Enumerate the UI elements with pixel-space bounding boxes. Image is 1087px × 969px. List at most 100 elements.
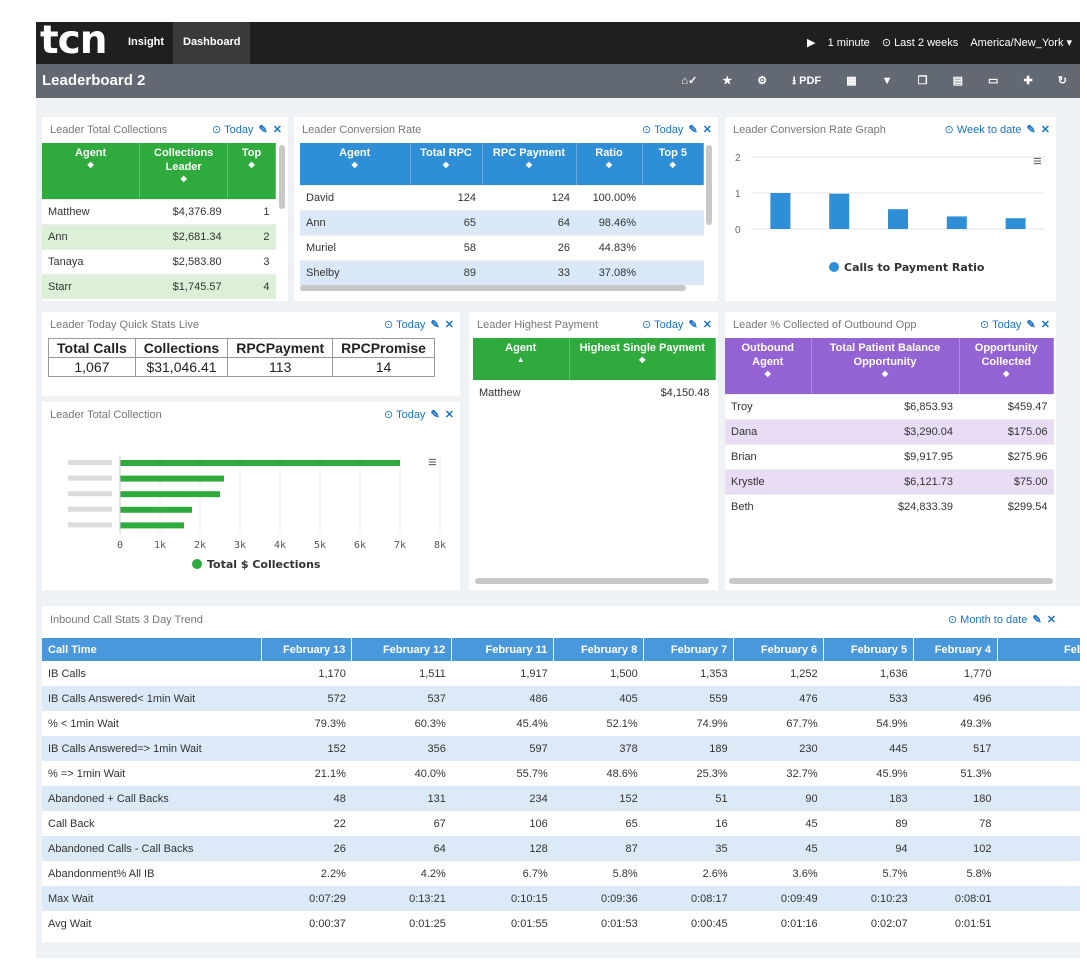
col-total-patient-balance[interactable]: Total Patient Balance Opportunity ◆: [811, 338, 960, 394]
table-row[interactable]: Troy $6,853.93 $459.47: [725, 393, 1054, 419]
col-agent[interactable]: Agent ▲: [473, 338, 570, 380]
edit-icon[interactable]: ✎: [431, 409, 440, 421]
col-header[interactable]: Call Time: [42, 638, 263, 661]
table-row[interactable]: Ann 65 64 98.46%: [300, 209, 704, 235]
col-header[interactable]: February 4: [913, 638, 999, 661]
table-row[interactable]: % < 1min Wait 79.3% 60.3% 45.4% 52.1% 74.9% 67…: [42, 711, 1080, 736]
play-icon[interactable]: ▶: [807, 37, 815, 49]
timezone-select[interactable]: America/New_York: [970, 37, 1063, 49]
close-icon[interactable]: ✕: [703, 319, 712, 331]
period-label[interactable]: Today: [654, 124, 683, 136]
close-icon[interactable]: ✕: [445, 319, 454, 331]
time-range[interactable]: Last 2 weeks: [894, 37, 958, 49]
table-row[interactable]: Tanaya $2,583.80 3: [42, 248, 276, 274]
save-icon[interactable]: ▤: [953, 64, 963, 98]
caret-down-icon[interactable]: ▾: [1066, 37, 1072, 49]
chart-legend[interactable]: Calls to Payment Ratio: [829, 261, 984, 274]
gear-icon[interactable]: ⚙: [757, 64, 767, 98]
edit-icon[interactable]: ✎: [1027, 124, 1036, 136]
table-row[interactable]: David 124 124 100.00%: [300, 184, 704, 210]
close-icon[interactable]: ✕: [703, 124, 712, 136]
table-row[interactable]: IB Calls 1,170 1,511 1,917 1,500 1,353 1,252 1,…: [42, 661, 1080, 686]
col-header[interactable]: February 12: [351, 638, 453, 661]
edit-icon[interactable]: ✎: [689, 124, 698, 136]
table-row[interactable]: Call Back 22 67 106 65 16 45 89 78: [42, 811, 1080, 836]
col-top[interactable]: Top ◆: [227, 143, 276, 199]
chart-menu-icon[interactable]: ≡: [428, 454, 437, 471]
col-outbound-agent[interactable]: Outbound Agent ◆: [725, 338, 812, 394]
chart-menu-icon[interactable]: ≡: [1033, 153, 1042, 170]
col-total-rpc[interactable]: Total RPC ◆: [410, 143, 483, 185]
close-icon[interactable]: ✕: [273, 124, 282, 136]
table-row[interactable]: Abandoned Calls - Call Backs 26 64 128 87 35 4…: [42, 836, 1080, 861]
period-label[interactable]: Today: [396, 319, 425, 331]
col-header[interactable]: February 13: [261, 638, 353, 661]
col-header[interactable]: February 5: [823, 638, 915, 661]
edit-icon[interactable]: ✎: [689, 319, 698, 331]
close-icon[interactable]: ✕: [1047, 614, 1056, 626]
table-row[interactable]: Dana $3,290.04 $175.06: [725, 418, 1054, 444]
table-row[interactable]: Abandonment% All IB 2.2% 4.2% 6.7% 5.8% 2.6% 3…: [42, 861, 1080, 886]
edit-icon[interactable]: ✎: [259, 124, 268, 136]
edit-icon[interactable]: ✎: [1033, 614, 1042, 626]
period-label[interactable]: Week to date: [957, 124, 1022, 136]
col-header[interactable]: February 7: [643, 638, 735, 661]
col-header[interactable]: February 8: [553, 638, 645, 661]
table-row[interactable]: IB Calls Answered=> 1min Wait 152 356 597 37…: [42, 736, 1080, 761]
edit-icon[interactable]: ✎: [431, 319, 440, 331]
table-row[interactable]: Matthew $4,376.89 1: [42, 198, 276, 224]
table-row[interactable]: Matthew $4,150.48: [473, 379, 716, 405]
col-agent[interactable]: Agent ◆: [42, 143, 141, 199]
horizontal-scrollbar[interactable]: [475, 578, 709, 584]
col-highest-single-payment[interactable]: Highest Single Payment ◆: [569, 338, 716, 380]
table-row[interactable]: % => 1min Wait 21.1% 40.0% 55.7% 48.6% 25.3% 3…: [42, 761, 1080, 786]
period-label[interactable]: Today: [992, 319, 1021, 331]
add-icon[interactable]: ✚: [1024, 64, 1033, 98]
filter-icon[interactable]: ▼: [882, 64, 893, 98]
edit-icon[interactable]: ✎: [1027, 319, 1036, 331]
copy-icon[interactable]: ❐: [918, 64, 928, 98]
vertical-scrollbar[interactable]: [706, 145, 712, 225]
table-row[interactable]: Starr $1,745.57 4: [42, 273, 276, 299]
table-row[interactable]: Muriel 58 26 44.83%: [300, 234, 704, 260]
horizontal-scrollbar[interactable]: [729, 578, 1053, 584]
table-row[interactable]: Beth $24,833.39 $299.54: [725, 493, 1054, 519]
table-row[interactable]: Krystle $6,121.73 $75.00: [725, 468, 1054, 494]
horizontal-scrollbar[interactable]: [300, 285, 686, 291]
period-label[interactable]: Today: [654, 319, 683, 331]
star-icon[interactable]: ★: [722, 64, 732, 98]
col-rpc-payment[interactable]: RPC Payment ◆: [482, 143, 577, 185]
col-header[interactable]: February 11: [451, 638, 555, 661]
col-collections-leader[interactable]: Collections Leader ◆: [139, 143, 229, 199]
table-row[interactable]: Brian $9,917.95 $275.96: [725, 443, 1054, 469]
col-header[interactable]: February 6: [733, 638, 825, 661]
col-ratio[interactable]: Ratio ◆: [576, 143, 643, 185]
close-icon[interactable]: ✕: [1041, 124, 1050, 136]
period-label[interactable]: Today: [224, 124, 253, 136]
period-label[interactable]: Today: [396, 409, 425, 421]
table-row[interactable]: Max Wait 0:07:29 0:13:21 0:10:15 0:09:36 0:08…: [42, 886, 1080, 911]
close-icon[interactable]: ✕: [445, 409, 454, 421]
table-row[interactable]: Shelby 89 33 37.08%: [300, 259, 704, 285]
nav-insight[interactable]: Insight: [118, 22, 174, 64]
table-row[interactable]: Abandoned + Call Backs 48 131 234 152 51 90 183…: [42, 786, 1080, 811]
col-agent[interactable]: Agent ◆: [300, 143, 411, 185]
close-icon[interactable]: ✕: [1041, 319, 1050, 331]
table-row[interactable]: Ann $2,681.34 2: [42, 223, 276, 249]
col-header[interactable]: Februar: [997, 638, 1080, 661]
home-check-icon[interactable]: ⌂✓: [681, 64, 697, 98]
refresh-interval[interactable]: 1 minute: [828, 37, 870, 49]
calendar-icon[interactable]: ▦: [846, 64, 856, 98]
refresh-icon[interactable]: ↻: [1058, 64, 1067, 98]
table-row[interactable]: IB Calls Answered< 1min Wait 572 537 486 405…: [42, 686, 1080, 711]
nav-dashboard[interactable]: Dashboard: [173, 22, 251, 64]
table-row[interactable]: Avg Wait 0:00:37 0:01:25 0:01:55 0:01:53 0:00…: [42, 911, 1080, 936]
period-label[interactable]: Month to date: [960, 614, 1027, 626]
col-opportunity-collected[interactable]: Opportunity Collected ◆: [959, 338, 1054, 394]
table-cell: 52.1%: [606, 717, 638, 730]
vertical-scrollbar[interactable]: [279, 145, 285, 209]
folder-icon[interactable]: ▭: [988, 64, 998, 98]
pdf-download-button[interactable]: ⭳ PDF: [792, 64, 821, 98]
chart-legend[interactable]: Total $ Collections: [192, 558, 320, 571]
col-top-5[interactable]: Top 5 ◆: [642, 143, 704, 185]
